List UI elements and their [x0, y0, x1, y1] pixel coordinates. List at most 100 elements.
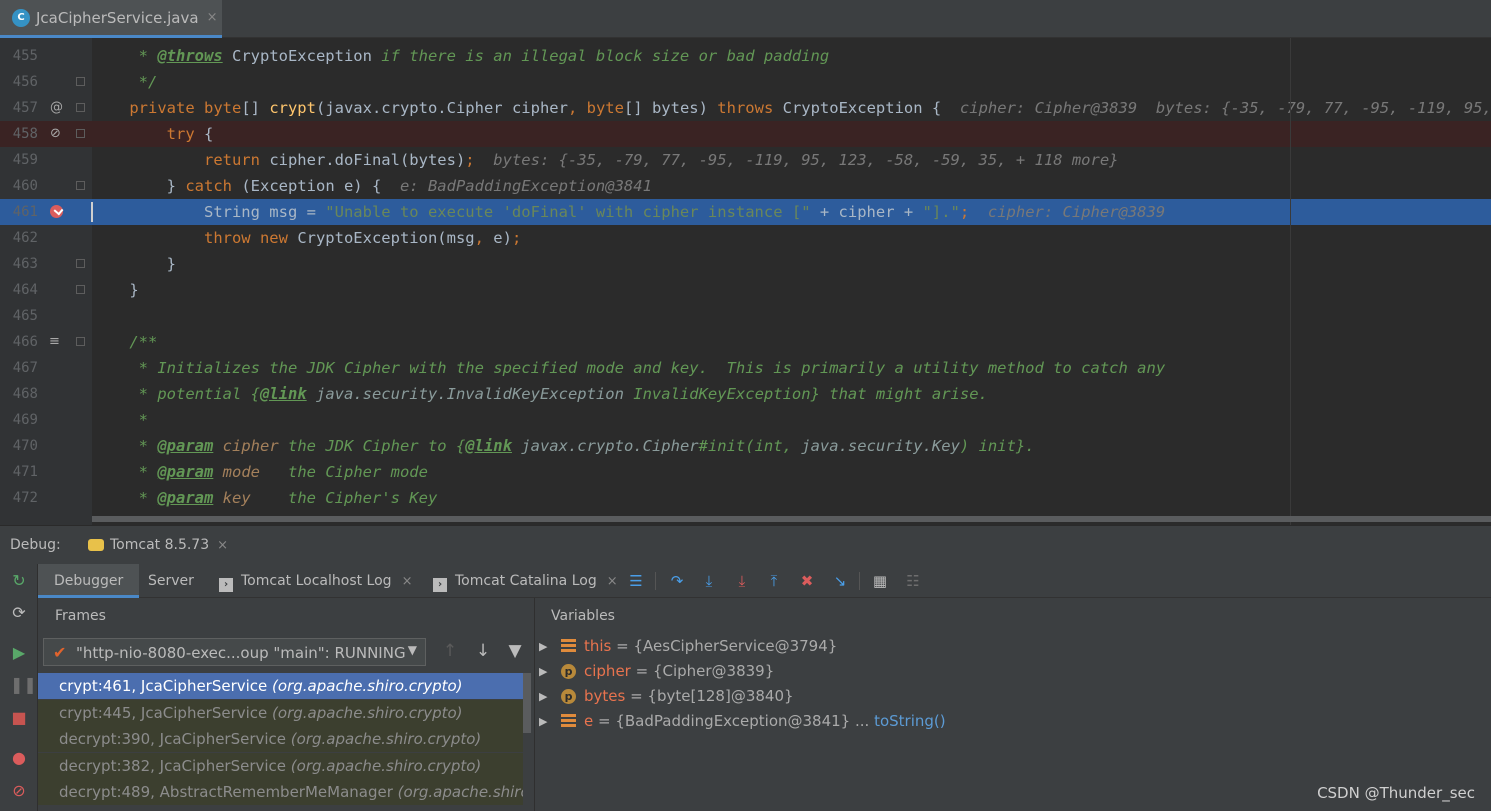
drop-frame-icon[interactable]: ✖	[798, 572, 816, 590]
field-icon	[561, 639, 576, 654]
disabled-breakpoint-icon[interactable]: ⊘	[50, 121, 61, 147]
line-number[interactable]: 470	[0, 433, 38, 459]
code-line[interactable]: 470 * @param cipher the JDK Cipher to {@…	[0, 433, 1491, 459]
line-number[interactable]: 464	[0, 277, 38, 303]
variable-row[interactable]: ▶ p bytes = {byte[128]@3840}	[535, 684, 1491, 709]
code-line[interactable]: 465	[0, 303, 1491, 329]
line-number[interactable]: 455	[0, 43, 38, 69]
stack-frame-row[interactable]: decrypt:489, AbstractRememberMeManager (…	[38, 779, 523, 805]
line-number[interactable]: 460	[0, 173, 38, 199]
thread-selector[interactable]: ✔ "http-nio-8080-exec...oup "main": RUNN…	[43, 638, 426, 666]
filter-icon[interactable]: ▼	[505, 641, 525, 661]
line-number[interactable]: 471	[0, 459, 38, 485]
restart-icon[interactable]: ⟳	[10, 604, 28, 622]
tostring-link[interactable]: toString()	[874, 712, 946, 730]
line-number[interactable]: 457	[0, 95, 38, 121]
step-into-icon[interactable]: ⤓	[700, 572, 718, 590]
show-execution-point-icon[interactable]: ☰	[627, 572, 645, 590]
console-icon: ›	[219, 578, 233, 592]
line-number[interactable]: 466	[0, 329, 38, 355]
line-number[interactable]: 462	[0, 225, 38, 251]
debug-session-tab[interactable]: Tomcat 8.5.73 ×	[88, 537, 228, 553]
code-line[interactable]: 457 @ private byte[] crypt(javax.crypto.C…	[0, 95, 1491, 121]
frames-scrollbar[interactable]	[523, 673, 531, 811]
code-line[interactable]: 463 }	[0, 251, 1491, 277]
code-line[interactable]: 468 * potential {@link java.security.Inv…	[0, 381, 1491, 407]
code-line[interactable]: 464 }	[0, 277, 1491, 303]
tab-tomcat-localhost-log[interactable]: › Tomcat Localhost Log ×	[219, 564, 412, 598]
stack-frame-row[interactable]: crypt:461, JcaCipherService (org.apache.…	[38, 673, 523, 699]
fold-icon[interactable]	[76, 259, 85, 268]
step-over-icon[interactable]: ↷	[668, 572, 686, 590]
evaluate-expression-icon[interactable]: ▦	[871, 572, 889, 590]
fold-icon[interactable]	[76, 285, 85, 294]
code-line[interactable]: 458 ⊘ try {	[0, 121, 1491, 147]
expand-arrow-icon[interactable]: ▶	[539, 684, 547, 709]
code-token: private	[92, 99, 204, 117]
fold-icon[interactable]	[76, 129, 85, 138]
code-line[interactable]: 455 * @throws CryptoException if there i…	[0, 43, 1491, 69]
line-number[interactable]: 458	[0, 121, 38, 147]
code-line[interactable]: 471 * @param mode the Cipher mode	[0, 459, 1491, 485]
arrow-up-icon[interactable]: ↑	[440, 641, 460, 661]
stack-frame-row[interactable]: decrypt:382, JcaCipherService (org.apach…	[38, 752, 523, 779]
code-line[interactable]: 462 throw new CryptoException(msg, e);	[0, 225, 1491, 251]
mute-breakpoints-icon[interactable]: ⊘	[10, 782, 28, 800]
code-line[interactable]: 459 return cipher.doFinal(bytes); bytes:…	[0, 147, 1491, 173]
code-line[interactable]: 460 } catch (Exception e) { e: BadPaddin…	[0, 173, 1491, 199]
trace-icon[interactable]: ☷	[904, 572, 922, 590]
expand-arrow-icon[interactable]: ▶	[539, 634, 547, 659]
scrollbar-thumb[interactable]	[92, 516, 1491, 522]
code-line[interactable]: 472 * @param key the Cipher's Key	[0, 485, 1491, 511]
arrow-down-icon[interactable]: ↓	[473, 641, 493, 661]
step-out-icon[interactable]: ⤒	[765, 572, 783, 590]
close-icon[interactable]: ×	[402, 574, 413, 589]
close-icon[interactable]: ×	[217, 538, 228, 553]
line-number[interactable]: 467	[0, 355, 38, 381]
line-number[interactable]: 468	[0, 381, 38, 407]
stack-frame-row[interactable]: crypt:445, JcaCipherService (org.apache.…	[38, 699, 523, 726]
variable-row[interactable]: ▶ this = {AesCipherService@3794}	[535, 634, 1491, 659]
console-icon: ›	[433, 578, 447, 592]
line-number[interactable]: 459	[0, 147, 38, 173]
line-number[interactable]: 456	[0, 69, 38, 95]
code-editor[interactable]: 455 * @throws CryptoException if there i…	[0, 38, 1491, 525]
fold-icon[interactable]	[76, 337, 85, 346]
fold-icon[interactable]	[76, 77, 85, 86]
stop-icon[interactable]: ■	[10, 709, 28, 727]
editor-tab[interactable]: C JcaCipherService.java ×	[0, 0, 222, 38]
fold-icon[interactable]	[76, 103, 85, 112]
code-line[interactable]: 467 * Initializes the JDK Cipher with th…	[0, 355, 1491, 381]
view-breakpoints-icon[interactable]: ●	[10, 749, 28, 767]
expand-arrow-icon[interactable]: ▶	[539, 659, 547, 684]
run-to-cursor-icon[interactable]: ↘	[831, 572, 849, 590]
rerun-icon[interactable]: ↻	[10, 572, 28, 590]
code-line[interactable]: 461 String msg = "Unable to execute 'doF…	[0, 199, 1491, 225]
tab-debugger[interactable]: Debugger	[38, 564, 140, 598]
line-number[interactable]: 461	[0, 199, 38, 225]
line-number[interactable]: 463	[0, 251, 38, 277]
line-number[interactable]: 469	[0, 407, 38, 433]
code-line[interactable]: 456 */	[0, 69, 1491, 95]
force-step-into-icon[interactable]: ⤓	[733, 572, 751, 590]
line-number[interactable]: 472	[0, 485, 38, 511]
close-icon[interactable]: ×	[207, 10, 218, 25]
code-line[interactable]: 466 ≡ /**	[0, 329, 1491, 355]
code-line[interactable]: 469 *	[0, 407, 1491, 433]
fold-icon[interactable]	[76, 181, 85, 190]
scrollbar-thumb[interactable]	[523, 673, 531, 733]
horizontal-scrollbar[interactable]	[92, 516, 1491, 522]
expand-arrow-icon[interactable]: ▶	[539, 709, 547, 734]
stack-frame-row[interactable]: decrypt:390, JcaCipherService (org.apach…	[38, 726, 523, 752]
line-number[interactable]: 465	[0, 303, 38, 329]
tab-server[interactable]: Server	[148, 564, 194, 598]
close-icon[interactable]: ×	[607, 574, 618, 589]
variable-row[interactable]: ▶ p cipher = {Cipher@3839}	[535, 659, 1491, 684]
rendered-doc-icon[interactable]: ≡	[49, 329, 60, 355]
pause-icon[interactable]: ❚❚	[10, 676, 37, 694]
variable-row[interactable]: ▶ e = {BadPaddingException@3841} ... toSt…	[535, 709, 1491, 734]
breakpoint-icon[interactable]	[50, 205, 63, 218]
tab-tomcat-catalina-log[interactable]: › Tomcat Catalina Log ×	[433, 564, 618, 598]
code-text: * @param mode the Cipher mode	[92, 459, 428, 485]
resume-icon[interactable]: ▶	[10, 644, 28, 662]
